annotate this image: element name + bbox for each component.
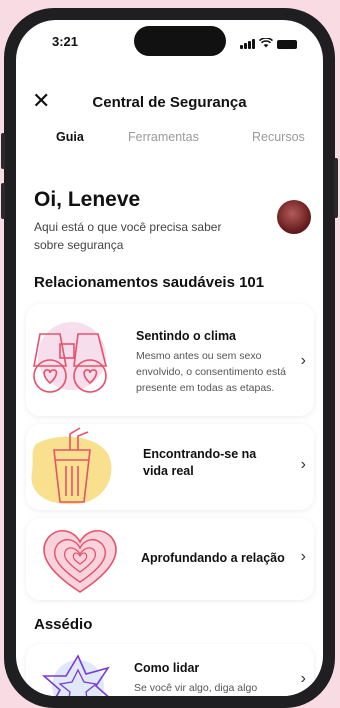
card-sentindo-o-clima[interactable]: Sentindo o clima Mesmo antes ou sem sexo…: [26, 304, 314, 416]
drink-cup-icon: [26, 424, 126, 510]
dynamic-island: [134, 26, 226, 56]
section-title: Assédio: [34, 616, 93, 633]
side-button: [1, 133, 5, 169]
chevron-right-icon: ›: [300, 352, 306, 369]
screen: 3:21 ✕ Central de Segurança Guia Ferrame…: [16, 20, 323, 696]
header: ✕ Central de Segurança: [16, 88, 323, 120]
card-title: Encontrando-se na vida real: [143, 447, 257, 478]
chevron-right-icon: ›: [300, 670, 306, 687]
card-description: Se você vir algo, diga algo: [134, 682, 258, 694]
phone-frame: 3:21 ✕ Central de Segurança Guia Ferrame…: [1, 8, 338, 708]
page-title: Central de Segurança: [92, 94, 247, 111]
card-aprofundando[interactable]: Aprofundando a relação ›: [26, 518, 314, 600]
status-bar: 3:21: [16, 20, 323, 64]
wifi-icon: [258, 35, 274, 53]
binoculars-icon: [26, 314, 116, 404]
status-time: 3:21: [52, 34, 79, 49]
signal-icon: [240, 39, 255, 49]
tab-guia[interactable]: Guia: [56, 130, 84, 144]
section-title: Relacionamentos saudáveis 101: [34, 274, 265, 291]
status-icons: [240, 35, 297, 53]
greeting-subtitle: Aqui está o que você precisa saber sobre…: [34, 220, 222, 252]
chevron-right-icon: ›: [300, 548, 306, 565]
side-button: [1, 183, 5, 219]
card-description: Mesmo antes ou sem sexo envolvido, o con…: [136, 350, 287, 394]
card-como-lidar[interactable]: Como lidar Se você vir algo, diga algo ›: [26, 644, 314, 696]
card-title: Como lidar: [134, 661, 200, 675]
star-burst-icon: [36, 648, 120, 696]
card-encontrando-se[interactable]: Encontrando-se na vida real ›: [26, 424, 314, 510]
avatar[interactable]: [277, 200, 311, 234]
tab-bar: Guia Ferramentas Recursos: [16, 130, 323, 154]
greeting-title: Oi, Leneve: [34, 188, 141, 211]
card-title: Sentindo o clima: [136, 329, 237, 343]
tab-ferramentas[interactable]: Ferramentas: [128, 130, 199, 144]
tab-recursos[interactable]: Recursos: [252, 130, 305, 144]
hearts-icon: [36, 522, 126, 596]
battery-icon: [277, 39, 297, 49]
card-title: Aprofundando a relação: [141, 551, 285, 565]
chevron-right-icon: ›: [300, 456, 306, 473]
side-button: [334, 158, 338, 218]
